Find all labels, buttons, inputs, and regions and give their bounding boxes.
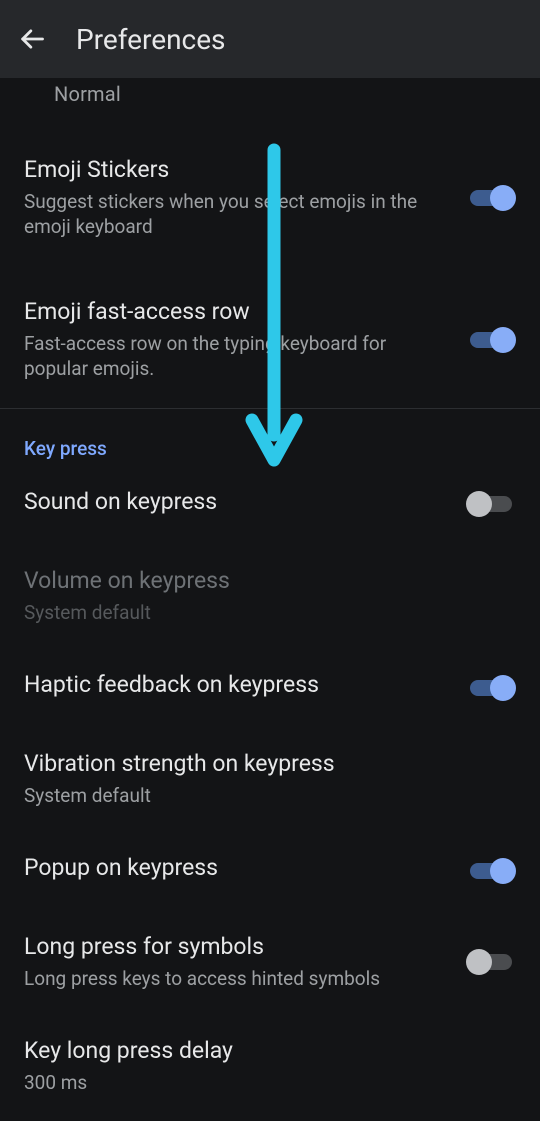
setting-title: Volume on keypress	[24, 567, 516, 596]
setting-subtitle: 300 ms	[24, 1070, 516, 1096]
setting-subtitle: System default	[24, 600, 516, 626]
setting-title: Sound on keypress	[24, 488, 448, 517]
section-label-keypress: Key press	[0, 409, 540, 468]
toggle-emoji-stickers[interactable]	[466, 183, 516, 213]
setting-title: Emoji fast-access row	[24, 298, 448, 327]
setting-emoji-stickers[interactable]: Emoji Stickers Suggest stickers when you…	[0, 136, 540, 260]
setting-haptic-feedback[interactable]: Haptic feedback on keypress	[0, 651, 540, 724]
back-arrow-icon[interactable]	[18, 25, 46, 53]
setting-vibration-strength[interactable]: Vibration strength on keypress System de…	[0, 730, 540, 828]
setting-title: Key long press delay	[24, 1037, 516, 1066]
setting-popup-on-keypress[interactable]: Popup on keypress	[0, 834, 540, 907]
setting-subtitle: System default	[24, 783, 516, 809]
toggle-sound-on-keypress[interactable]	[466, 489, 516, 519]
setting-long-press-delay[interactable]: Key long press delay 300 ms	[0, 1017, 540, 1115]
setting-volume-on-keypress: Volume on keypress System default	[0, 547, 540, 645]
setting-title: Popup on keypress	[24, 854, 448, 883]
toggle-haptic-feedback[interactable]	[466, 673, 516, 703]
toggle-long-press-symbols[interactable]	[466, 947, 516, 977]
setting-title: Vibration strength on keypress	[24, 750, 516, 779]
setting-long-press-symbols[interactable]: Long press for symbols Long press keys t…	[0, 913, 540, 1011]
setting-sound-on-keypress[interactable]: Sound on keypress	[0, 468, 540, 541]
settings-list: Normal Emoji Stickers Suggest stickers w…	[0, 78, 540, 1116]
truncated-prev-item-sub: Normal	[0, 78, 540, 106]
toggle-popup-on-keypress[interactable]	[466, 856, 516, 886]
setting-subtitle: Long press keys to access hinted symbols	[24, 966, 448, 992]
toggle-emoji-fast-row[interactable]	[466, 325, 516, 355]
setting-title: Long press for symbols	[24, 933, 448, 962]
setting-title: Emoji Stickers	[24, 156, 448, 185]
app-header: Preferences	[0, 0, 540, 78]
setting-subtitle: Suggest stickers when you select emojis …	[24, 189, 448, 240]
page-title: Preferences	[76, 23, 226, 56]
setting-emoji-fast-row[interactable]: Emoji fast-access row Fast-access row on…	[0, 278, 540, 402]
setting-subtitle: Fast-access row on the typing keyboard f…	[24, 331, 448, 382]
setting-title: Haptic feedback on keypress	[24, 671, 448, 700]
